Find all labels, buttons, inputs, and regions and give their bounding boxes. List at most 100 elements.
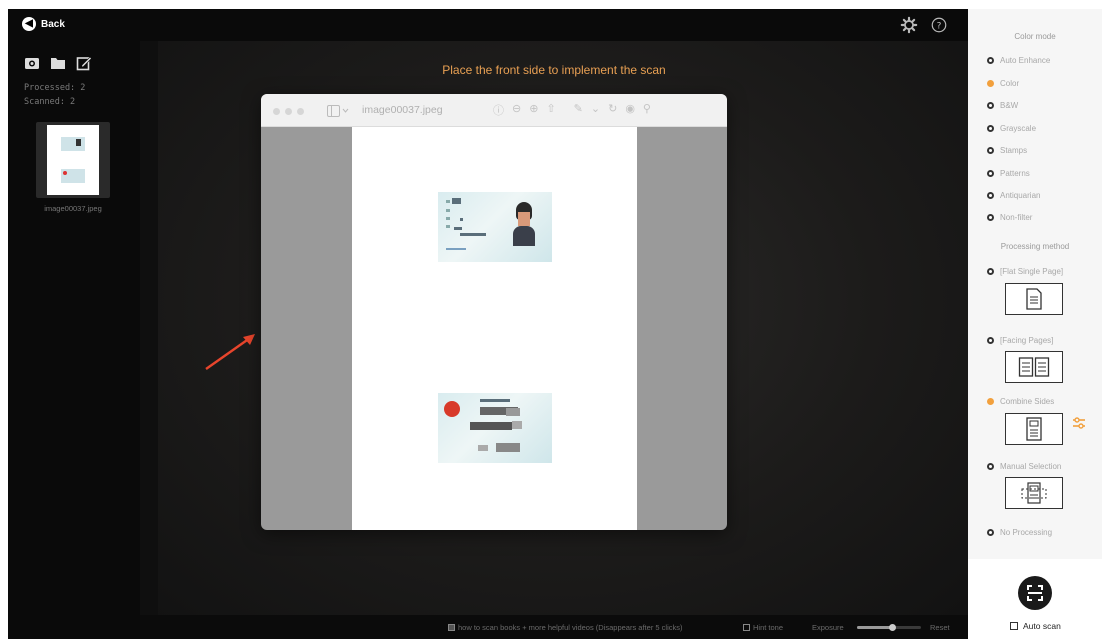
color-mode-non-filter[interactable]: Non-filter (987, 213, 1032, 222)
search-icon[interactable]: ⚲ (643, 102, 651, 118)
color-mode-grayscale[interactable]: Grayscale (987, 124, 1036, 133)
manual-selection-icon (1021, 482, 1047, 504)
folder-icon[interactable] (50, 55, 66, 71)
color-mode-color[interactable]: Color (987, 79, 1019, 88)
preview-title: image00037.jpeg (362, 104, 443, 116)
exposure-slider-knob[interactable] (889, 624, 897, 631)
hint-tone-toggle[interactable]: Hint tone (743, 623, 783, 632)
method-manual-selection[interactable]: Manual Selection (987, 462, 1061, 471)
color-mode-antiquarian[interactable]: Antiquarian (987, 191, 1040, 200)
window-minimize-dot[interactable] (285, 108, 292, 115)
share-icon[interactable]: ⇧ (546, 102, 555, 118)
help-icon[interactable]: ? (930, 16, 948, 34)
radio-stamps[interactable] (987, 147, 994, 154)
exposure-slider-fill (857, 626, 893, 629)
scan-thumbnail[interactable] (36, 122, 110, 198)
exposure-slider[interactable] (857, 624, 921, 631)
bottom-bar: how to scan books + more helpful videos … (140, 615, 968, 639)
processed-count: Processed: 2 (24, 83, 86, 93)
gear-icon[interactable] (900, 16, 918, 34)
camera-icon[interactable] (24, 55, 40, 71)
preview-tools: ⓘ ⊖ ⊕ ⇧ ✎ ⌄ ↻ ◉ ⚲ (493, 102, 651, 118)
method-label: [Flat Single Page] (1000, 267, 1064, 276)
single-page-button[interactable] (1005, 283, 1063, 315)
window-close-dot[interactable] (273, 108, 280, 115)
radio-non-filter[interactable] (987, 214, 994, 221)
combine-sides-icon (1026, 417, 1042, 441)
scan-viewport: Place the front side to implement the sc… (140, 41, 968, 615)
single-page-icon (1026, 288, 1042, 310)
top-icons: ? (900, 16, 948, 34)
method-facing-pages[interactable]: [Facing Pages] (987, 336, 1053, 345)
color-mode-label: Color (1000, 79, 1020, 88)
radio-antiquarian[interactable] (987, 192, 994, 199)
radio-color[interactable] (987, 80, 994, 87)
color-mode-title: Color mode (1014, 32, 1056, 41)
radio-no-processing[interactable] (987, 529, 994, 536)
auto-scan-toggle[interactable]: Auto scan (1010, 621, 1061, 631)
color-mode-auto-enhance[interactable]: Auto Enhance (987, 56, 1050, 65)
facing-pages-button[interactable] (1005, 351, 1063, 383)
tool-icons (24, 55, 92, 71)
help-videos-link[interactable]: how to scan books + more helpful videos … (448, 623, 682, 632)
info-icon[interactable]: ⓘ (493, 102, 504, 118)
dropdown-icon[interactable]: ⌄ (591, 102, 600, 118)
color-mode-label: Grayscale (1000, 124, 1037, 133)
scanned-page (352, 127, 637, 530)
rotate-icon[interactable]: ↻ (608, 102, 617, 118)
hint-tone-checkbox[interactable] (743, 624, 750, 631)
radio-patterns[interactable] (987, 170, 994, 177)
method-no-processing[interactable]: No Processing (987, 528, 1052, 537)
edit-icon[interactable] (76, 55, 92, 71)
video-icon (448, 624, 455, 631)
help-text: how to scan books + more helpful videos … (458, 623, 683, 632)
radio-flat-single-page[interactable] (987, 268, 994, 275)
radio-grayscale[interactable] (987, 125, 994, 132)
preview-toolbar: image00037.jpeg ⓘ ⊖ ⊕ ⇧ ✎ ⌄ ↻ ◉ ⚲ (261, 94, 727, 127)
auto-scan-label: Auto scan (1023, 621, 1061, 631)
color-mode-label: Non-filter (1000, 213, 1033, 222)
color-mode-bw[interactable]: B&W (987, 101, 1018, 110)
method-label: No Processing (1000, 528, 1053, 537)
color-mode-label: Patterns (1000, 169, 1030, 178)
method-combine-sides[interactable]: Combine Sides (987, 397, 1054, 406)
back-button[interactable]: ◀ Back (22, 17, 65, 31)
radio-combine-sides[interactable] (987, 398, 994, 405)
auto-scan-checkbox[interactable] (1010, 622, 1018, 630)
left-sidebar: Processed: 2 Scanned: 2 image00037.jpeg (8, 41, 140, 639)
thumbnail-filename: image00037.jpeg (44, 204, 102, 213)
method-flat-single-page[interactable]: [Flat Single Page] (987, 267, 1063, 276)
thumbnail-page (47, 125, 99, 195)
right-panel: Color mode Auto Enhance Color B&W Graysc… (968, 9, 1102, 639)
image-preview-window[interactable]: image00037.jpeg ⓘ ⊖ ⊕ ⇧ ✎ ⌄ ↻ ◉ ⚲ (261, 94, 727, 530)
scanner-app: ◀ Back ? Processed: 2 Scanned: 2 image00… (8, 9, 1102, 639)
combine-sides-button[interactable] (1005, 413, 1063, 445)
hint-tone-label: Hint tone (753, 623, 784, 632)
facing-pages-icon (1018, 357, 1050, 377)
combine-settings-icon[interactable] (1072, 416, 1086, 430)
exposure-label: Exposure (812, 623, 844, 632)
zoom-in-icon[interactable]: ⊕ (529, 102, 538, 118)
method-label: [Facing Pages] (1000, 336, 1054, 345)
radio-bw[interactable] (987, 102, 994, 109)
window-zoom-dot[interactable] (297, 108, 304, 115)
sidebar-toggle-icon[interactable] (327, 105, 349, 117)
color-mode-patterns[interactable]: Patterns (987, 169, 1030, 178)
color-mode-stamps[interactable]: Stamps (987, 146, 1027, 155)
markup-icon[interactable]: ✎ (574, 102, 583, 118)
scan-frame-icon (1027, 585, 1043, 601)
manual-selection-button[interactable] (1005, 477, 1063, 509)
annotate-icon[interactable]: ◉ (625, 102, 635, 118)
radio-manual-selection[interactable] (987, 463, 994, 470)
id-card-front (438, 192, 552, 262)
radio-facing-pages[interactable] (987, 337, 994, 344)
scan-instruction: Place the front side to implement the sc… (442, 63, 666, 77)
pointer-arrow-icon (205, 334, 255, 370)
zoom-out-icon[interactable]: ⊖ (512, 102, 521, 118)
color-mode-label: Antiquarian (1000, 191, 1041, 200)
color-mode-label: Stamps (1000, 146, 1028, 155)
reset-button[interactable]: Reset (930, 623, 950, 632)
top-bar: ◀ Back ? (8, 9, 968, 41)
radio-auto-enhance[interactable] (987, 57, 994, 64)
scan-button[interactable] (1018, 576, 1052, 610)
